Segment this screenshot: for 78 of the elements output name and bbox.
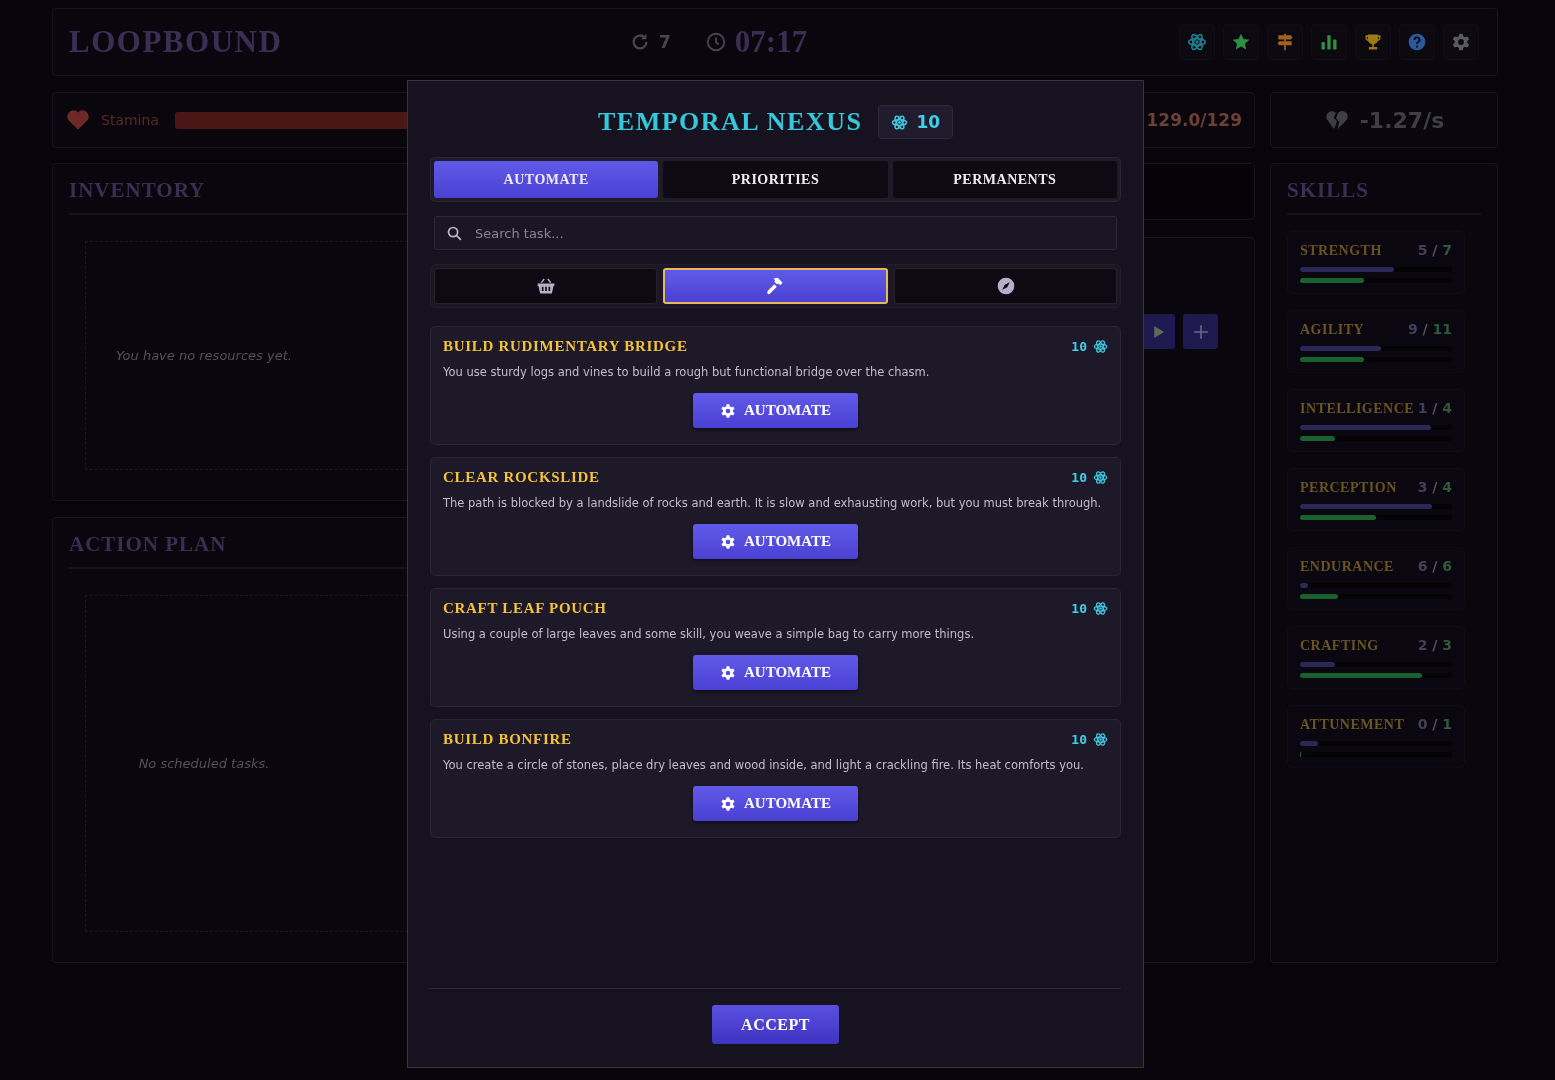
- automate-button[interactable]: AUTOMATE: [693, 393, 858, 428]
- bar-chart-icon: [1319, 32, 1339, 52]
- skill-name: INTELLIGENCE: [1300, 401, 1415, 417]
- task-description: The path is blocked by a landslide of rocks and earth. It is slow and exhausting work, but you must break through.: [443, 496, 1103, 510]
- stamina-label: Stamina: [101, 112, 159, 128]
- task-description: You create a circle of stones, place dry leaves and wood inside, and light a crackling fire. Its heat comforts you.: [443, 758, 1085, 772]
- basket-icon: [535, 276, 556, 296]
- toolbar-button[interactable]: [1179, 24, 1215, 60]
- toolbar-button[interactable]: [1311, 24, 1347, 60]
- plus-icon: [1191, 322, 1210, 341]
- skill-name: ENDURANCE: [1300, 559, 1394, 575]
- settings-icon: [1451, 32, 1471, 52]
- game-title: LOOPBOUND: [69, 24, 284, 60]
- search-icon: [446, 225, 463, 242]
- atom-icon: [1093, 732, 1108, 747]
- tab[interactable]: AUTOMATE: [434, 161, 659, 198]
- atom-icon: [1093, 470, 1108, 485]
- settings-icon: [720, 664, 736, 681]
- hammer-icon: [765, 276, 786, 296]
- empty-message: You have no resources yet.: [116, 348, 292, 363]
- toolbar-button[interactable]: [1267, 24, 1303, 60]
- skill-level: 5 / 7: [1417, 242, 1452, 258]
- settings-icon: [720, 533, 736, 550]
- tab[interactable]: PRIORITIES: [663, 161, 888, 198]
- skill-level: 1 / 4: [1417, 400, 1452, 416]
- dialog-title: TEMPORAL NEXUS: [597, 107, 863, 137]
- category-tab[interactable]: [894, 268, 1117, 304]
- stamina-drain-rate: -1.27/s: [1359, 107, 1445, 133]
- task-title: BUILD RUDIMENTARY BRIDGE: [443, 338, 688, 355]
- skill-level: 9 / 11: [1407, 321, 1452, 337]
- task-title: CRAFT LEAF POUCH: [443, 600, 607, 617]
- settings-icon: [720, 795, 736, 812]
- task-title: BUILD BONFIRE: [443, 731, 572, 748]
- task-cost: 10: [1071, 601, 1087, 616]
- toolbar-button[interactable]: [1355, 24, 1391, 60]
- task-cost: 10: [1071, 339, 1087, 354]
- automate-button[interactable]: AUTOMATE: [693, 786, 858, 821]
- loop-timer: 07:17: [734, 24, 808, 60]
- skill-level: 3 / 4: [1417, 479, 1452, 495]
- queue-button[interactable]: [1183, 314, 1218, 349]
- task-cost: 10: [1071, 732, 1087, 747]
- task-description: You use sturdy logs and vines to build a rough but functional bridge over the chasm.: [443, 365, 931, 379]
- help-icon: [1407, 32, 1427, 52]
- toolbar-button[interactable]: [1399, 24, 1435, 60]
- loop-count: 7: [659, 32, 671, 52]
- task-title: CLEAR ROCKSLIDE: [443, 469, 600, 486]
- empty-message: No scheduled tasks.: [138, 756, 270, 771]
- skill-name: PERCEPTION: [1300, 480, 1397, 496]
- skill-name: CRAFTING: [1300, 638, 1379, 654]
- atom-icon: [1093, 601, 1108, 616]
- atom-icon: [1187, 32, 1207, 52]
- skill-level: 0 / 1: [1417, 716, 1452, 732]
- star-icon: [1231, 32, 1251, 52]
- category-tab[interactable]: [663, 268, 888, 304]
- toolbar-button[interactable]: [1443, 24, 1479, 60]
- settings-icon: [720, 402, 736, 419]
- signpost-icon: [1275, 32, 1295, 52]
- clock-icon: [704, 31, 727, 53]
- skill-level: 6 / 6: [1417, 558, 1452, 574]
- skill-level: 2 / 3: [1417, 637, 1452, 653]
- accept-button[interactable]: ACCEPT: [712, 1005, 839, 1044]
- atom-icon: [891, 113, 909, 131]
- points-count: 10: [916, 112, 941, 132]
- task-description: Using a couple of large leaves and some skill, you weave a simple bag to carry more things.: [443, 627, 976, 641]
- automate-button[interactable]: AUTOMATE: [693, 655, 858, 690]
- stamina-reading: 129.0/129: [1146, 110, 1242, 130]
- skill-name: AGILITY: [1300, 322, 1365, 338]
- skill-name: ATTUNEMENT: [1300, 717, 1405, 733]
- panel-title: SKILLS: [1287, 178, 1481, 215]
- search-field[interactable]: Search task...: [434, 216, 1117, 250]
- automate-button[interactable]: AUTOMATE: [693, 524, 858, 559]
- skill-name: STRENGTH: [1300, 243, 1382, 259]
- toolbar-button[interactable]: [1223, 24, 1259, 60]
- trophy-icon: [1363, 32, 1383, 52]
- compass-icon: [995, 276, 1016, 296]
- tab[interactable]: PERMANENTS: [892, 161, 1117, 198]
- atom-icon: [1093, 339, 1108, 354]
- task-cost: 10: [1071, 470, 1087, 485]
